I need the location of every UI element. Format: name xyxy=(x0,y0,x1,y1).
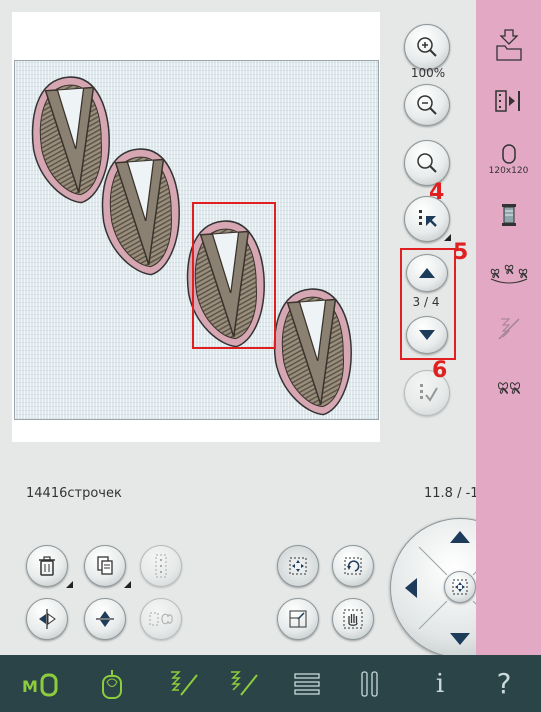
load-design-icon xyxy=(495,29,522,61)
design-motif-2 xyxy=(97,145,185,279)
zoom-out-icon xyxy=(417,95,437,115)
hoop-size-button[interactable]: 120x120 xyxy=(476,134,541,184)
stitch-select-button[interactable] xyxy=(154,655,214,712)
selected-design-box xyxy=(192,202,276,349)
design-motif-1 xyxy=(27,73,115,207)
design-group-button[interactable] xyxy=(476,364,541,410)
next-design-button[interactable] xyxy=(406,316,448,354)
dpad-left-icon xyxy=(405,578,417,598)
design-motif-4 xyxy=(269,285,357,419)
callout-4: 4 xyxy=(429,180,445,205)
select-design-icon xyxy=(419,210,437,227)
embroidery-mode-icon: M xyxy=(22,673,58,696)
list-button[interactable] xyxy=(277,655,337,712)
pan-button[interactable] xyxy=(332,598,374,640)
hoop-position-icon xyxy=(494,90,520,112)
hoop-size-label: 120x120 xyxy=(488,165,529,176)
delete-button[interactable] xyxy=(26,545,73,588)
zoom-in-icon xyxy=(417,37,437,57)
resize-button[interactable] xyxy=(277,598,319,640)
butterfly-pair-icon xyxy=(497,382,520,394)
svg-text:M: M xyxy=(22,677,38,696)
arrow-down-icon xyxy=(419,330,435,340)
help-button[interactable]: ? xyxy=(474,655,534,712)
previous-design-button[interactable] xyxy=(406,254,448,292)
checkmark-icon xyxy=(420,384,438,402)
arrow-up-icon xyxy=(419,268,435,278)
help-icon: ? xyxy=(496,667,512,700)
group-icon xyxy=(155,554,167,578)
dpad-up-icon xyxy=(450,531,470,543)
ungroup-icon xyxy=(149,612,173,626)
copy-icon xyxy=(97,556,113,575)
stitch-program-button[interactable] xyxy=(214,655,274,712)
trash-icon xyxy=(39,556,55,576)
mirror-horizontal-button[interactable] xyxy=(26,598,68,640)
callout-6: 6 xyxy=(432,358,448,383)
move-design-button[interactable] xyxy=(277,545,319,587)
embroidery-mode-button[interactable]: M xyxy=(10,655,70,712)
stitch-delete-icon xyxy=(497,318,520,340)
zoom-in-button[interactable] xyxy=(404,24,450,70)
rotate-button[interactable] xyxy=(332,545,374,587)
hand-icon xyxy=(343,609,363,629)
center-icon xyxy=(452,579,468,595)
hoop-size-icon xyxy=(501,143,516,164)
dpad-center-button[interactable] xyxy=(444,571,476,603)
grouping-button[interactable] xyxy=(140,545,182,587)
dpad-down-icon xyxy=(450,633,470,645)
stitch-count: 14416строчек xyxy=(26,486,122,501)
mirror-side-icon xyxy=(39,609,56,629)
design-counter: 3 / 4 xyxy=(412,295,440,309)
butterfly-row-icon xyxy=(490,264,527,284)
mirror-end-icon xyxy=(96,611,114,627)
duplicate-button[interactable] xyxy=(84,545,131,588)
tools-button[interactable] xyxy=(340,655,400,712)
zoom-level: 100% xyxy=(410,66,446,80)
load-design-button[interactable] xyxy=(476,20,541,70)
multi-design-button[interactable] xyxy=(476,250,541,296)
info-icon: i xyxy=(435,668,445,699)
thread-spool-icon xyxy=(501,204,516,226)
zoom-to-icon xyxy=(417,153,437,173)
tools-icon xyxy=(361,670,378,697)
ungroup-button[interactable] xyxy=(140,598,182,640)
list-icon xyxy=(294,672,320,695)
rotate-icon xyxy=(344,557,362,575)
mirror-vertical-button[interactable] xyxy=(84,598,126,640)
callout-5: 5 xyxy=(453,240,469,265)
stitch-program-icon xyxy=(231,670,258,696)
zoom-out-button[interactable] xyxy=(404,84,450,126)
hoop-position-button[interactable] xyxy=(476,78,541,124)
move-icon xyxy=(289,557,307,575)
thread-color-button[interactable] xyxy=(476,192,541,238)
stitch-delete-button[interactable] xyxy=(476,306,541,352)
embroidery-edit-button[interactable] xyxy=(82,655,142,712)
scale-icon xyxy=(289,610,307,628)
embroidery-edit-icon xyxy=(102,669,122,699)
info-button[interactable]: i xyxy=(410,655,470,712)
stitch-select-icon xyxy=(171,670,198,696)
